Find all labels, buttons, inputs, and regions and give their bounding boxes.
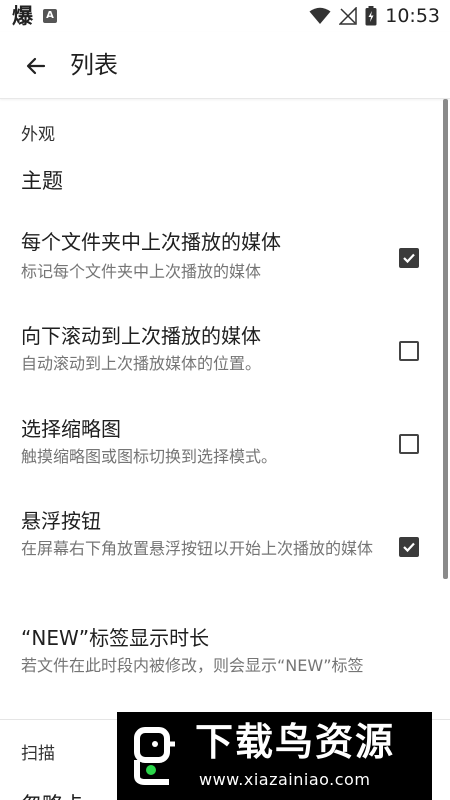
check-icon bbox=[403, 253, 415, 264]
bird-logo-icon bbox=[134, 727, 175, 785]
battery-charging-icon bbox=[365, 6, 377, 26]
checkbox-mark-last-played[interactable] bbox=[399, 248, 419, 268]
pref-select-thumbnail[interactable]: 选择缩略图 触摸缩略图或图标切换到选择模式。 bbox=[0, 416, 450, 476]
back-arrow-icon bbox=[26, 57, 46, 75]
theme-preference[interactable]: 主题 bbox=[21, 165, 63, 195]
pref-summary: 若文件在此时段内被修改，则会显示“NEW”标签 bbox=[21, 656, 364, 675]
checkbox-scroll-to-last-played[interactable] bbox=[399, 341, 419, 361]
pref-title: 每个文件夹中上次播放的媒体 bbox=[21, 230, 281, 254]
pref-title: 悬浮按钮 bbox=[21, 509, 101, 533]
section-header-scan: 扫描 bbox=[21, 744, 55, 764]
pref-new-label-duration[interactable]: “NEW”标签显示时长 若文件在此时段内被修改，则会显示“NEW”标签 bbox=[0, 625, 450, 705]
status-bar: 爆 A 10:53 bbox=[0, 0, 450, 32]
pref-summary: 标记每个文件夹中上次播放的媒体 bbox=[21, 262, 262, 281]
watermark-url: www.xiazainiao.com bbox=[199, 770, 371, 789]
status-left: 爆 A bbox=[12, 4, 57, 28]
status-right: 10:53 bbox=[309, 4, 440, 28]
pref-summary: 自动滚动到上次播放媒体的位置。 bbox=[21, 354, 262, 373]
page-title: 列表 bbox=[70, 51, 118, 79]
back-button[interactable] bbox=[18, 48, 54, 84]
scan-preference[interactable]: 忽略卡 bbox=[21, 789, 84, 800]
pref-title: 选择缩略图 bbox=[21, 417, 121, 441]
app-toolbar: 列表 bbox=[0, 32, 450, 99]
pref-mark-last-played[interactable]: 每个文件夹中上次播放的媒体 标记每个文件夹中上次播放的媒体 bbox=[0, 229, 450, 289]
pref-floating-button[interactable]: 悬浮按钮 在屏幕右下角放置悬浮按钮以开始上次播放的媒体 bbox=[0, 508, 450, 588]
checkbox-select-thumbnail[interactable] bbox=[399, 434, 419, 454]
pref-title: “NEW”标签显示时长 bbox=[21, 626, 210, 650]
notification-a-icon: A bbox=[43, 9, 57, 23]
settings-list[interactable]: 外观 主题 每个文件夹中上次播放的媒体 标记每个文件夹中上次播放的媒体 向下滚动… bbox=[0, 99, 450, 800]
notification-app-icon: 爆 bbox=[12, 4, 33, 28]
checkbox-floating-button[interactable] bbox=[399, 537, 419, 557]
check-icon bbox=[403, 542, 415, 553]
pref-title: 向下滚动到上次播放的媒体 bbox=[21, 324, 261, 348]
section-header-appearance: 外观 bbox=[21, 125, 55, 145]
pref-summary: 在屏幕右下角放置悬浮按钮以开始上次播放的媒体 bbox=[21, 539, 374, 558]
pref-summary: 触摸缩略图或图标切换到选择模式。 bbox=[21, 447, 278, 466]
wifi-icon bbox=[309, 7, 331, 24]
pref-scroll-to-last-played[interactable]: 向下滚动到上次播放的媒体 自动滚动到上次播放媒体的位置。 bbox=[0, 323, 450, 383]
status-time: 10:53 bbox=[385, 5, 440, 27]
scrollbar-thumb[interactable] bbox=[443, 99, 448, 579]
watermark-overlay: 下载鸟资源 www.xiazainiao.com bbox=[117, 712, 432, 800]
no-signal-icon bbox=[339, 7, 357, 25]
watermark-brand: 下载鸟资源 bbox=[195, 720, 396, 764]
